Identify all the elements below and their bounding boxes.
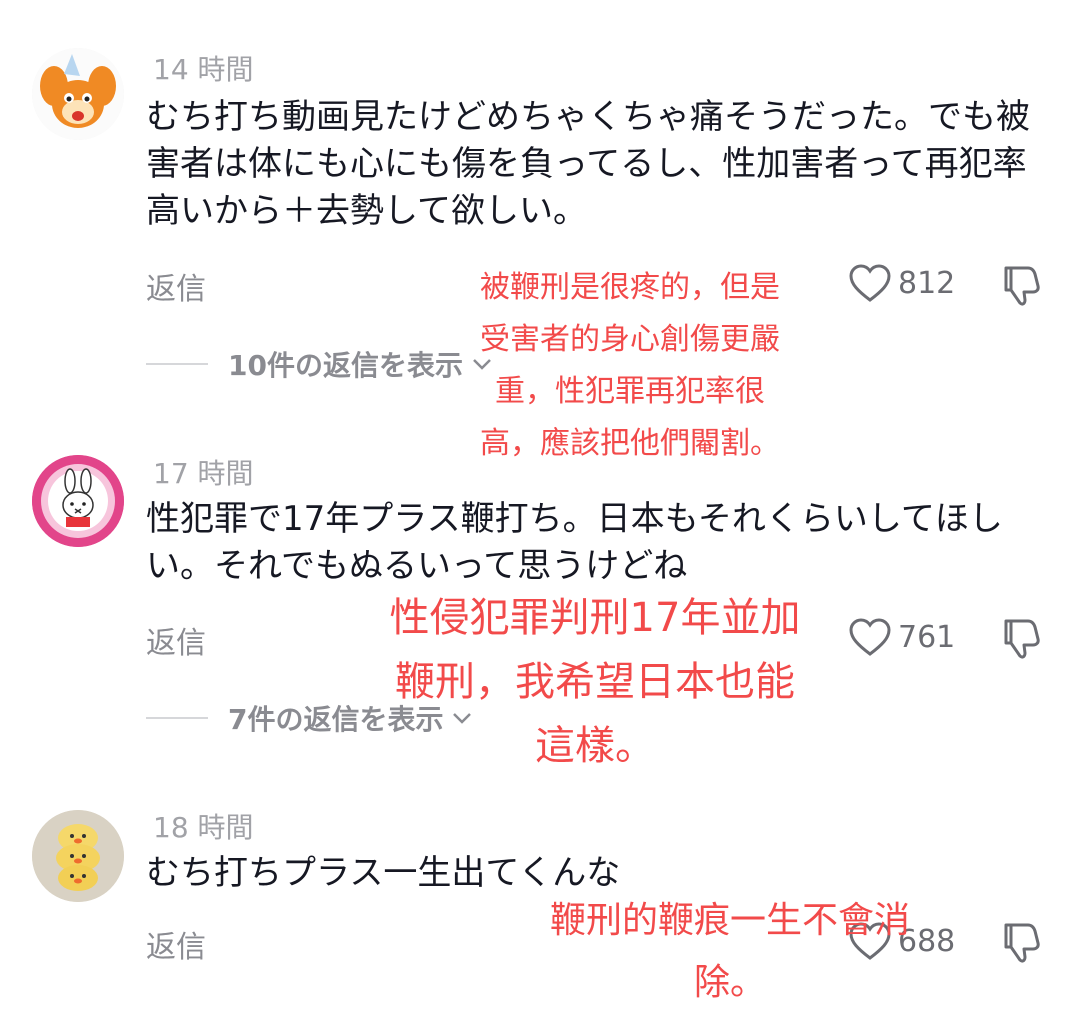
divider-line [146, 717, 208, 719]
avatar[interactable] [32, 48, 124, 140]
divider-line [146, 363, 208, 365]
like-count: 761 [898, 619, 956, 655]
translation-annotation: 性侵犯罪判刑17年並加 鞭刑，我希望日本也能 這樣。 [389, 595, 801, 769]
avatar-chick-food-icon [32, 810, 124, 902]
reply-button[interactable]: 返信 [146, 264, 206, 308]
comment-text: 性犯罪で17年プラス鞭打ち。日本もそれくらいしてほしい。それでもぬるいって思うけ… [146, 499, 1003, 586]
avatar[interactable] [32, 455, 124, 547]
heart-icon [849, 618, 891, 656]
thumbs-down-icon [1004, 266, 1040, 306]
like-count: 812 [898, 265, 956, 301]
avatar-bunny-icon [32, 455, 124, 547]
translation-annotation: 被鞭刑是很疼的，但是 受害者的身心創傷更嚴 重，性犯罪再犯率很 高，應該把他們閹… [480, 270, 780, 461]
comment-timestamp: 17 時間 [153, 457, 254, 490]
comment-timestamp: 14 時間 [153, 53, 254, 86]
comment-timestamp: 18 時間 [153, 811, 254, 844]
dislike-button[interactable] [998, 919, 1044, 969]
comment-text: むち打ち動画見たけどめちゃくちゃ痛そうだった。でも被害者は体にも心にも傷を負って… [146, 97, 1030, 231]
reply-button[interactable]: 返信 [146, 922, 206, 966]
like-button[interactable]: 761 [848, 617, 955, 657]
view-replies-label: 10件の返信を表示 [228, 349, 463, 382]
reply-button[interactable]: 返信 [146, 618, 206, 662]
heart-icon [849, 264, 891, 302]
avatar[interactable] [32, 810, 124, 902]
dislike-button[interactable] [998, 262, 1044, 312]
thumbs-down-icon [1004, 619, 1040, 659]
thumbs-down-icon [1004, 923, 1040, 963]
like-button[interactable]: 812 [848, 263, 955, 303]
translation-annotation: 鞭刑的鞭痕一生不會消 除。 [549, 900, 910, 1003]
dislike-button[interactable] [998, 615, 1044, 665]
avatar-orange-mascot-icon [32, 48, 124, 140]
